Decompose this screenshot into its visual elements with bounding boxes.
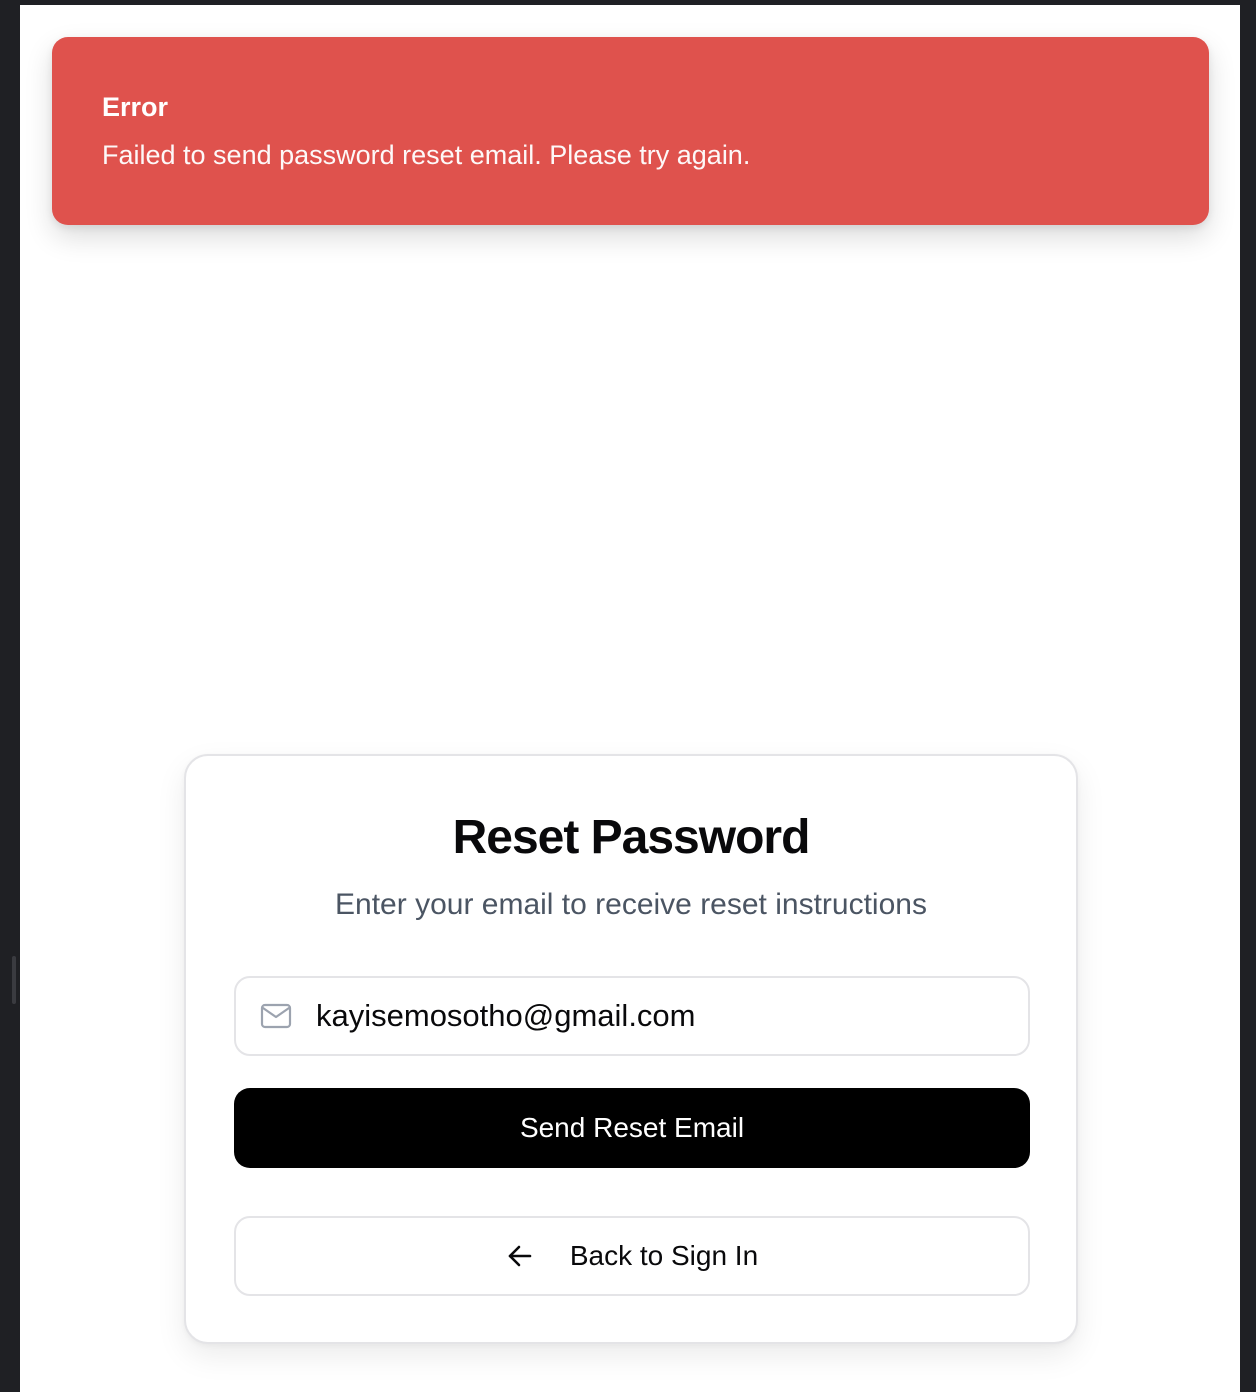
send-reset-email-button[interactable]: Send Reset Email (234, 1088, 1030, 1168)
toast-title: Error (102, 92, 169, 122)
error-toast: Error Failed to send password reset emai… (52, 37, 1209, 225)
arrow-left-icon (508, 1245, 532, 1267)
page-title: Reset Password (452, 811, 811, 864)
back-button-label: Back to Sign In (569, 1240, 759, 1271)
reset-password-card: Reset Password Enter your email to recei… (184, 754, 1078, 1344)
back-to-sign-in-button[interactable]: Back to Sign In (234, 1216, 1030, 1296)
toast-message: Failed to send password reset email. Ple… (102, 140, 751, 170)
page-subtitle: Enter your email to receive reset instru… (335, 888, 927, 921)
mail-icon (260, 1003, 292, 1029)
email-field[interactable] (234, 976, 1030, 1056)
window-resize-handle[interactable] (12, 956, 16, 1004)
email-input[interactable] (316, 978, 1006, 1054)
app-window: Error Failed to send password reset emai… (20, 5, 1240, 1392)
